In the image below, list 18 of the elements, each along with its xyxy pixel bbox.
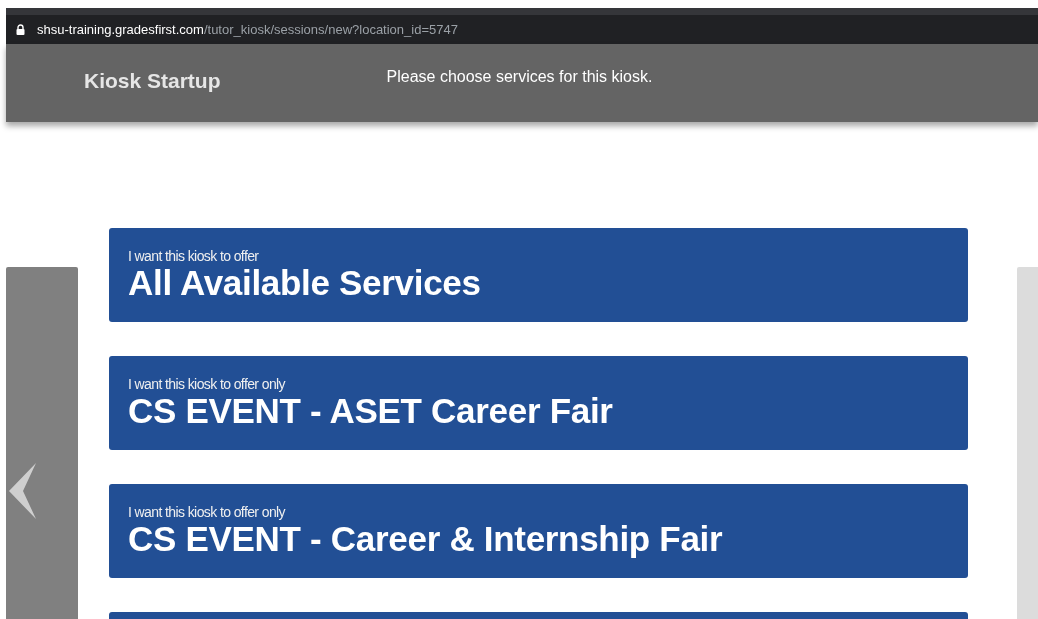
- option-intro: I want this kiosk to offer only: [128, 376, 285, 392]
- service-name: CS EVENT - Career & Internship Fair: [128, 520, 723, 558]
- service-option-button[interactable]: I want this kiosk to offer All Available Services: [109, 228, 968, 322]
- option-intro: I want this kiosk to offer only: [128, 504, 285, 520]
- lock-icon: [16, 24, 25, 35]
- option-intro: I want this kiosk to offer: [128, 248, 259, 264]
- service-name: CS EVENT - ASET Career Fair: [128, 392, 613, 430]
- url-path: /tutor_kiosk/sessions/new?location_id=5747: [203, 22, 458, 37]
- instruction-text: Please choose services for this kiosk.: [386, 68, 653, 86]
- next-panel[interactable]: [1017, 267, 1038, 619]
- service-name: All Available Services: [128, 264, 481, 302]
- address-bar[interactable]: shsu-training.gradesfirst.com/tutor_kiosk/sessions/new?location_id=5747: [6, 15, 1038, 44]
- service-option-button[interactable]: I want this kiosk to offer only CS EVENT - Career & Internship Fair: [109, 484, 968, 578]
- url-host: shsu-training.gradesfirst.com: [37, 22, 204, 37]
- chevron-left-icon: [9, 463, 37, 519]
- previous-panel[interactable]: [6, 267, 78, 619]
- page-title: Kiosk Startup: [84, 69, 221, 93]
- service-option-button[interactable]: I want this kiosk to offer only CS EVENT - ASET Career Fair: [109, 356, 968, 450]
